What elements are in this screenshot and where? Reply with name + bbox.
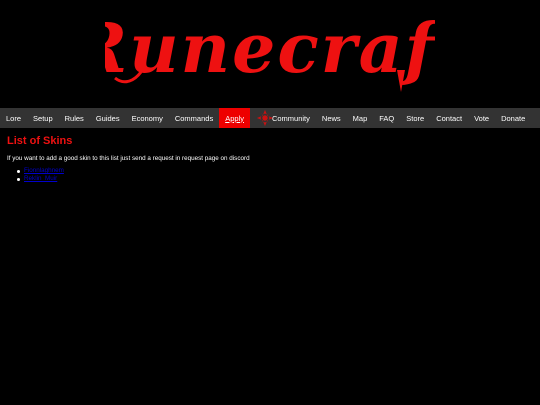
logo-text: Runecraft [105, 9, 435, 89]
nav-setup[interactable]: Setup [27, 108, 59, 128]
page: Runecraft Lore Setup Rules Guides Econom… [0, 0, 540, 405]
nav-contact[interactable]: Contact [430, 108, 468, 128]
community-emblem-icon [256, 109, 274, 127]
bullet-icon [17, 169, 20, 173]
site-logo[interactable]: Runecraft [105, 8, 435, 98]
nav-rules[interactable]: Rules [59, 108, 90, 128]
nav-map[interactable]: Map [347, 108, 374, 128]
nav-apply[interactable]: Apply [219, 108, 250, 128]
nav-commands[interactable]: Commands [169, 108, 219, 128]
nav-donate[interactable]: Donate [495, 108, 531, 128]
header-banner: Runecraft [0, 0, 540, 108]
skin-link[interactable]: Fionnlaghnem [24, 167, 64, 175]
nav-news[interactable]: News [316, 108, 347, 128]
nav-store[interactable]: Store [400, 108, 430, 128]
nav-vote[interactable]: Vote [468, 108, 495, 128]
nav-guides[interactable]: Guides [90, 108, 126, 128]
list-item: Fionnlaghnem [17, 167, 527, 175]
list-item: Reklin_Muir [17, 175, 527, 183]
main-navbar: Lore Setup Rules Guides Economy Commands… [0, 108, 540, 128]
nav-lore[interactable]: Lore [0, 108, 27, 128]
nav-economy[interactable]: Economy [126, 108, 169, 128]
page-title: List of Skins [7, 135, 73, 147]
nav-faq[interactable]: FAQ [373, 108, 400, 128]
nav-community-label: Community [271, 113, 310, 123]
skin-list: Fionnlaghnem Reklin_Muir [7, 167, 527, 183]
skin-link[interactable]: Reklin_Muir [24, 175, 57, 183]
main-content: List of Skins If you want to add a good … [7, 135, 527, 183]
page-description: If you want to add a good skin to this l… [7, 155, 250, 162]
nav-community[interactable]: Community [250, 108, 316, 128]
bullet-icon [17, 177, 20, 181]
